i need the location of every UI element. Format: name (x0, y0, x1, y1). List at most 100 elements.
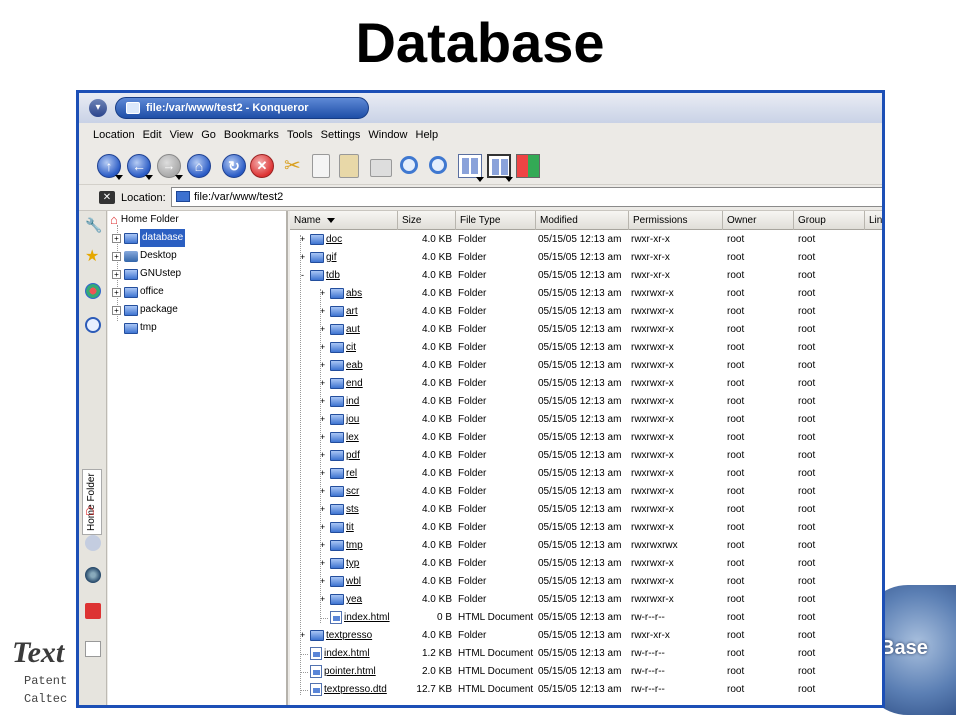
location-value: file:/var/www/test2 (194, 191, 284, 203)
tools-icon[interactable]: 🔧 (85, 217, 102, 233)
tree-view-icon[interactable] (487, 154, 511, 178)
file-row[interactable]: + abs 4.0 KB Folder 05/15/05 12:13 am rwxrwxr… (290, 285, 882, 303)
home-icon[interactable]: ⌂ (85, 503, 101, 519)
home-icon[interactable]: ⌂ (187, 154, 211, 178)
file-row[interactable]: - tdb 4.0 KB Folder 05/15/05 12:13 am rwxr-xr… (290, 267, 882, 285)
file-row[interactable]: + sts 4.0 KB Folder 05/15/05 12:13 am rwxrwxr… (290, 501, 882, 519)
file-row[interactable]: + end 4.0 KB Folder 05/15/05 12:13 am rwxrwxr… (290, 375, 882, 393)
sort-descending-icon[interactable] (326, 217, 335, 223)
expand-toggle[interactable]: + (112, 269, 121, 279)
column-header-lin[interactable]: Lin (865, 211, 882, 230)
file-type: Folder (458, 306, 487, 317)
bookmarks-star-icon[interactable]: ★ (85, 249, 101, 265)
file-group: root (798, 414, 816, 425)
menu-go[interactable]: Go (201, 129, 216, 141)
root-folder-icon[interactable] (85, 603, 101, 619)
menu-window[interactable]: Window (368, 129, 407, 141)
file-row[interactable]: textpresso.dtd 12.7 KB HTML Document 05/15/… (290, 681, 882, 699)
icon-view-dropdown-arrow[interactable] (476, 177, 484, 182)
menu-help[interactable]: Help (416, 129, 439, 141)
menu-settings[interactable]: Settings (321, 129, 361, 141)
expand-toggle[interactable]: + (112, 251, 121, 261)
reload-icon[interactable]: ↻ (222, 154, 246, 178)
zoom-in-icon[interactable] (400, 156, 418, 174)
file-owner: root (727, 612, 745, 623)
folder-icon (126, 102, 140, 114)
file-row[interactable]: + lex 4.0 KB Folder 05/15/05 12:13 am rwxrwxr… (290, 429, 882, 447)
icon-view-icon[interactable] (458, 154, 482, 178)
file-row[interactable]: + gif 4.0 KB Folder 05/15/05 12:13 am rwxr-xr… (290, 249, 882, 267)
menu-bookmarks[interactable]: Bookmarks (224, 129, 279, 141)
file-row[interactable]: + wbl 4.0 KB Folder 05/15/05 12:13 am rwxrwxr… (290, 573, 882, 591)
expand-toggle[interactable]: + (112, 287, 121, 297)
menu-view[interactable]: View (170, 129, 194, 141)
file-row[interactable]: + eab 4.0 KB Folder 05/15/05 12:13 am rwxrwxr… (290, 357, 882, 375)
column-header-group[interactable]: Group (794, 211, 865, 230)
file-size: 4.0 KB (421, 360, 452, 371)
tree-item-label: database (140, 229, 186, 247)
file-row[interactable]: + typ 4.0 KB Folder 05/15/05 12:13 am rwxrwxr… (290, 555, 882, 573)
history-icon[interactable] (85, 317, 101, 333)
zoom-out-icon[interactable] (429, 156, 447, 174)
file-row[interactable]: index.html 1.2 KB HTML Document 05/15/05 12… (290, 645, 882, 663)
tree-item-tmp[interactable]: tmp (112, 319, 157, 337)
file-group: root (798, 666, 816, 677)
clear-location-icon[interactable]: ✕ (99, 191, 115, 204)
color-view-icon[interactable] (516, 154, 540, 178)
cut-icon[interactable]: ✂ (284, 154, 308, 178)
file-owner: root (727, 252, 745, 263)
stop-icon[interactable]: ✕ (250, 154, 274, 178)
network-icon[interactable] (85, 535, 101, 551)
file-row[interactable]: + scr 4.0 KB Folder 05/15/05 12:13 am rwxrwxr… (290, 483, 882, 501)
menu-location[interactable]: Location (93, 129, 135, 141)
tree-item-gnustep[interactable]: + GNUstep (112, 265, 181, 283)
file-name: pointer.html (324, 666, 376, 677)
up-dropdown-arrow[interactable] (115, 175, 123, 180)
tree-view-dropdown-arrow[interactable] (505, 177, 513, 182)
column-header-file-type[interactable]: File Type (456, 211, 536, 230)
window-titlebar[interactable]: ▾ file:/var/www/test2 - Konqueror (79, 93, 882, 123)
paste-icon[interactable] (339, 154, 359, 178)
file-row[interactable]: + tmp 4.0 KB Folder 05/15/05 12:13 am rwxrwxr… (290, 537, 882, 555)
file-row[interactable]: + aut 4.0 KB Folder 05/15/05 12:13 am rwxrwxr… (290, 321, 882, 339)
file-row[interactable]: + textpresso 4.0 KB Folder 05/15/05 12:13 am… (290, 627, 882, 645)
expand-toggle[interactable]: + (112, 305, 121, 315)
file-row[interactable]: + doc 4.0 KB Folder 05/15/05 12:13 am rwxr-xr… (290, 231, 882, 249)
file-row[interactable]: pointer.html 2.0 KB HTML Document 05/15/05 … (290, 663, 882, 681)
file-row[interactable]: + pdf 4.0 KB Folder 05/15/05 12:13 am rwxrwxr… (290, 447, 882, 465)
file-owner: root (727, 324, 745, 335)
copy-icon[interactable] (312, 154, 330, 178)
file-modified: 05/15/05 12:13 am (538, 540, 622, 551)
file-row[interactable]: + tit 4.0 KB Folder 05/15/05 12:13 am rwxrwxr… (290, 519, 882, 537)
tree-item-office[interactable]: + office (112, 283, 164, 301)
notes-icon[interactable] (85, 641, 101, 657)
file-row[interactable]: + cit 4.0 KB Folder 05/15/05 12:13 am rwxrwxr… (290, 339, 882, 357)
file-row[interactable]: + art 4.0 KB Folder 05/15/05 12:13 am rwxrwxr… (290, 303, 882, 321)
column-header-modified[interactable]: Modified (536, 211, 629, 230)
file-row[interactable]: index.html 0 B HTML Document 05/15/05 12:13… (290, 609, 882, 627)
file-type: Folder (458, 594, 487, 605)
window-title-tab[interactable]: file:/var/www/test2 - Konqueror (115, 97, 369, 119)
tree-item-database[interactable]: + database (112, 229, 186, 247)
location-input[interactable]: file:/var/www/test2 (171, 187, 882, 207)
tree-item-home-folder[interactable]: ⌂ Home Folder (110, 211, 179, 229)
file-row[interactable]: + jou 4.0 KB Folder 05/15/05 12:13 am rwxrwxr… (290, 411, 882, 429)
column-header-owner[interactable]: Owner (723, 211, 794, 230)
back-dropdown-arrow[interactable] (145, 175, 153, 180)
file-row[interactable]: + rel 4.0 KB Folder 05/15/05 12:13 am rwxrwxr… (290, 465, 882, 483)
tree-item-package[interactable]: + package (112, 301, 178, 319)
file-row[interactable]: + ind 4.0 KB Folder 05/15/05 12:13 am rwxrwxr… (290, 393, 882, 411)
file-row[interactable]: + yea 4.0 KB Folder 05/15/05 12:13 am rwxrwxr… (290, 591, 882, 609)
services-icon[interactable] (85, 283, 101, 299)
menu-edit[interactable]: Edit (143, 129, 162, 141)
globe-icon[interactable] (85, 567, 101, 583)
column-header-permissions[interactable]: Permissions (629, 211, 723, 230)
window-menu-button[interactable]: ▾ (89, 99, 107, 117)
column-header-size[interactable]: Size (398, 211, 456, 230)
forward-dropdown-arrow[interactable] (175, 175, 183, 180)
expand-toggle[interactable]: + (112, 233, 121, 243)
column-header-name[interactable]: Name (290, 211, 398, 230)
tree-item-desktop[interactable]: + Desktop (112, 247, 177, 265)
menu-tools[interactable]: Tools (287, 129, 313, 141)
print-icon[interactable] (370, 159, 392, 177)
